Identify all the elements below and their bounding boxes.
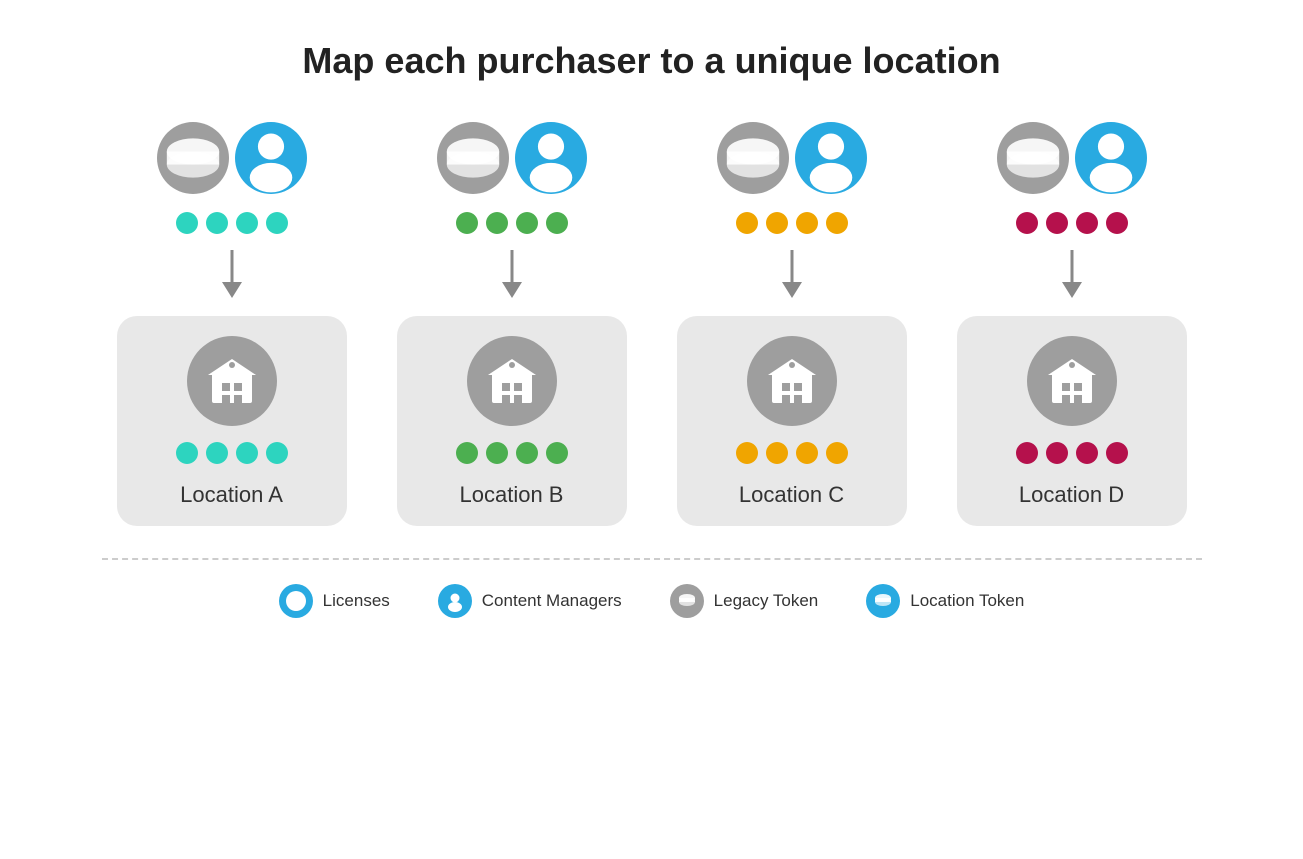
legacy-token-icon [670,584,704,618]
licenses-icon [279,584,313,618]
legend-item-content-managers: Content Managers [438,584,622,618]
dot [736,212,758,234]
card-dot [1076,442,1098,464]
location-label-a: Location A [180,482,283,508]
dot [236,212,258,234]
card-dot [766,442,788,464]
card-dot [1106,442,1128,464]
card-dot [796,442,818,464]
location-token-icon [866,584,900,618]
dot [1106,212,1128,234]
card-dot [736,442,758,464]
card-dots-d [1016,442,1128,464]
legend-item-location-token: Location Token [866,584,1024,618]
building-icon-d [1027,336,1117,426]
diagram-area: Location A [112,122,1192,526]
dot [176,212,198,234]
column-d: Location D [952,122,1192,526]
top-icons-c [717,122,867,194]
location-label-b: Location B [460,482,564,508]
dots-row-b [456,212,568,234]
token-icon-c [717,122,789,194]
building-icon-c [747,336,837,426]
arrow-d [1057,250,1087,300]
card-dot [266,442,288,464]
dot [1046,212,1068,234]
dots-row-d [1016,212,1128,234]
location-card-a: Location A [117,316,347,526]
building-icon-a [187,336,277,426]
card-dot [546,442,568,464]
dot [206,212,228,234]
dot [486,212,508,234]
page-title: Map each purchaser to a unique location [302,40,1000,82]
card-dot [826,442,848,464]
dot [266,212,288,234]
card-dot [486,442,508,464]
arrow-a [217,250,247,300]
building-icon-b [467,336,557,426]
card-dot [176,442,198,464]
top-icons-a [157,122,307,194]
legend: Licenses Content Managers Legacy Token [279,584,1025,618]
location-label-d: Location D [1019,482,1124,508]
location-card-d: Location D [957,316,1187,526]
card-dot [516,442,538,464]
location-card-c: Location C [677,316,907,526]
arrow-b [497,250,527,300]
legend-label-content-managers: Content Managers [482,591,622,611]
legend-label-licenses: Licenses [323,591,390,611]
card-dot [456,442,478,464]
content-managers-icon [438,584,472,618]
dots-row-a [176,212,288,234]
card-dot [236,442,258,464]
card-dot [206,442,228,464]
location-label-c: Location C [739,482,844,508]
dot [826,212,848,234]
legend-item-licenses: Licenses [279,584,390,618]
column-b: Location B [392,122,632,526]
column-a: Location A [112,122,352,526]
dot [456,212,478,234]
section-divider [102,558,1202,560]
token-icon-a [157,122,229,194]
card-dot [1016,442,1038,464]
person-icon-d [1075,122,1147,194]
location-card-b: Location B [397,316,627,526]
dot [546,212,568,234]
top-icons-b [437,122,587,194]
person-icon-c [795,122,867,194]
token-icon-d [997,122,1069,194]
arrow-c [777,250,807,300]
card-dots-b [456,442,568,464]
legend-label-legacy-token: Legacy Token [714,591,819,611]
token-icon-b [437,122,509,194]
top-icons-d [997,122,1147,194]
person-icon-b [515,122,587,194]
dot [796,212,818,234]
card-dot [1046,442,1068,464]
card-dots-c [736,442,848,464]
card-dots-a [176,442,288,464]
dot [1076,212,1098,234]
dot [766,212,788,234]
dot [1016,212,1038,234]
legend-item-legacy-token: Legacy Token [670,584,819,618]
dot [516,212,538,234]
column-c: Location C [672,122,912,526]
dots-row-c [736,212,848,234]
legend-label-location-token: Location Token [910,591,1024,611]
person-icon-a [235,122,307,194]
